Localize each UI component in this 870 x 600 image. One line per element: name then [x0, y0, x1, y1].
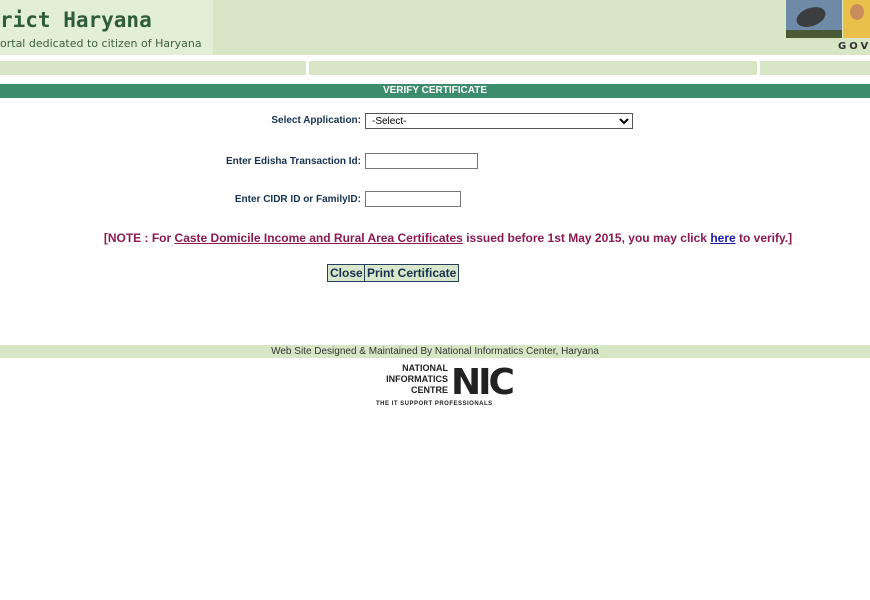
- transaction-id-input[interactable]: [365, 153, 478, 169]
- header-title-panel: rict Haryana ortal dedicated to citizen …: [0, 0, 213, 55]
- site-title: rict Haryana: [0, 8, 152, 32]
- nic-logo-mark: NIC: [451, 362, 515, 403]
- nav-strip: [0, 61, 870, 75]
- application-select[interactable]: -Select-: [365, 113, 633, 129]
- note-middle: issued before 1st May 2015, you may clic…: [462, 231, 711, 245]
- close-button[interactable]: Close: [327, 264, 366, 282]
- nic-logo-line2: INFORMATICS: [386, 374, 448, 384]
- cidr-id-input[interactable]: [365, 191, 461, 207]
- gov-text: GOV: [838, 41, 870, 52]
- nic-logo-line1: NATIONAL: [402, 363, 448, 373]
- nav-cell-2[interactable]: [309, 61, 757, 75]
- site-header: rict Haryana ortal dedicated to citizen …: [0, 0, 870, 55]
- header-banner-image: [786, 0, 870, 38]
- certificates-link[interactable]: Caste Domicile Income and Rural Area Cer…: [175, 231, 463, 245]
- select-application-label: Select Application:: [271, 115, 361, 126]
- nic-logo: NATIONAL INFORMATICS CENTRE NIC THE IT S…: [376, 362, 526, 408]
- footer-credit: Web Site Designed & Maintained By Nation…: [0, 345, 870, 358]
- here-link[interactable]: here: [710, 231, 735, 245]
- nav-cell-3[interactable]: [760, 61, 870, 75]
- nav-cell-1[interactable]: [0, 61, 306, 75]
- cidr-id-label: Enter CIDR ID or FamilyID:: [234, 194, 361, 205]
- print-certificate-button[interactable]: Print Certificate: [364, 264, 460, 282]
- site-tagline: ortal dedicated to citizen of Haryana: [0, 37, 202, 50]
- transaction-id-label: Enter Edisha Transaction Id:: [225, 156, 361, 167]
- note-prefix: [NOTE : For: [103, 231, 175, 245]
- nic-logo-tagline: THE IT SUPPORT PROFESSIONALS: [376, 401, 493, 407]
- verification-note: [NOTE : For Caste Domicile Income and Ru…: [0, 231, 870, 245]
- page-title: VERIFY CERTIFICATE: [0, 84, 870, 98]
- note-suffix: to verify.]: [735, 231, 793, 245]
- nic-logo-line3: CENTRE: [410, 385, 448, 395]
